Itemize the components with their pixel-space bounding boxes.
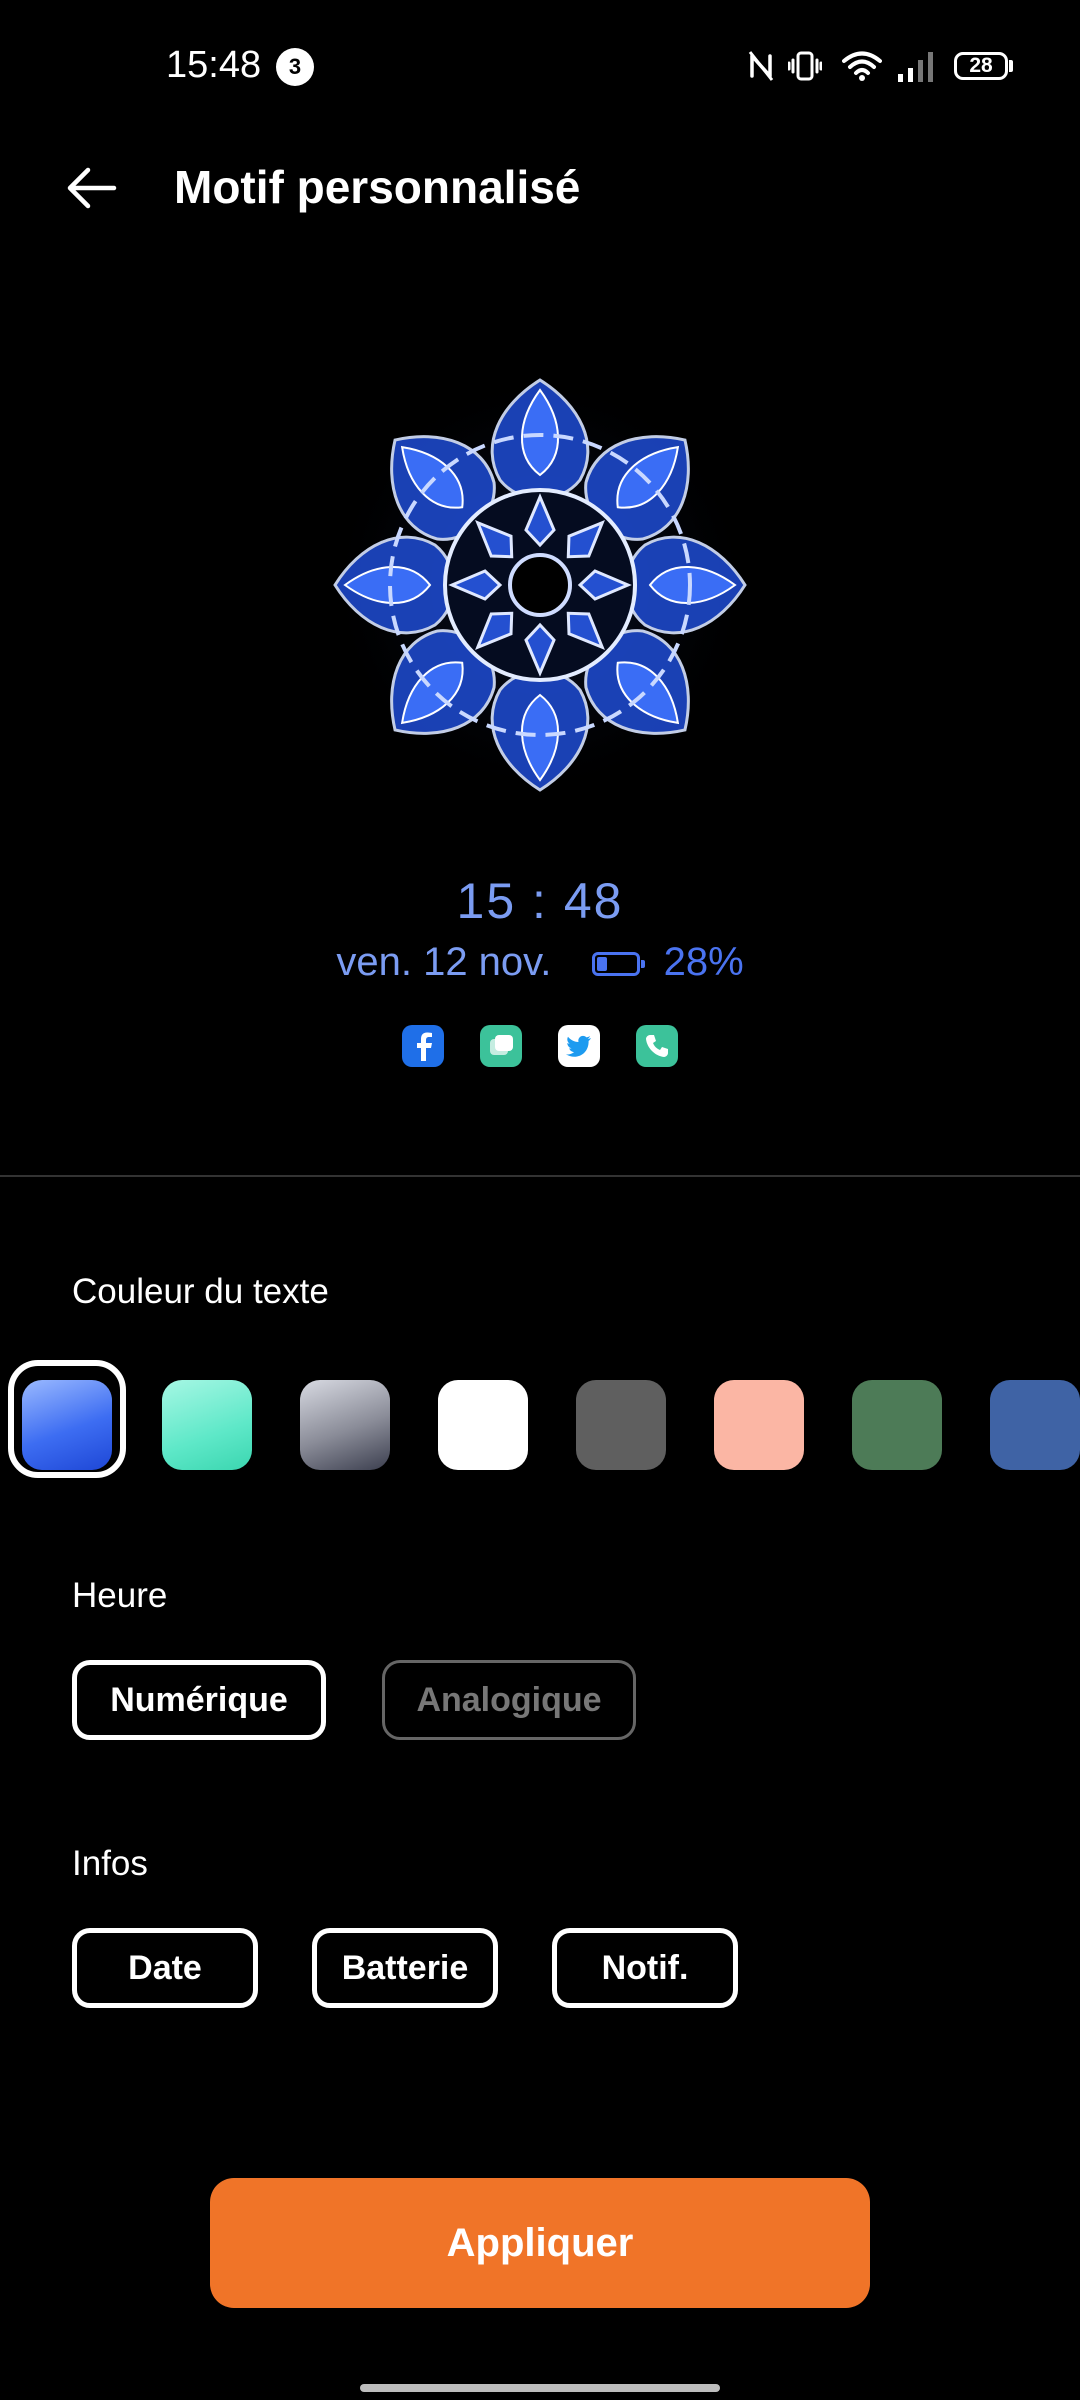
preview-info-line: ven. 12 nov. 28% [0, 940, 1080, 985]
battery-toggle[interactable]: Batterie [312, 1928, 498, 2008]
arrow-left-icon [67, 167, 117, 209]
status-bar: 15:48 3 28 [0, 0, 1080, 130]
back-button[interactable] [60, 158, 130, 218]
digital-clock-option[interactable]: Numérique [72, 1660, 326, 1740]
phone-icon [636, 1025, 678, 1067]
preview-battery-percent: 28% [663, 940, 744, 984]
twitter-icon [558, 1025, 600, 1067]
apply-button[interactable]: Appliquer [210, 2178, 870, 2308]
facebook-icon [402, 1025, 444, 1067]
notifications-toggle[interactable]: Notif. [552, 1928, 738, 2008]
status-time: 15:48 [166, 44, 262, 86]
info-label: Infos [72, 1844, 148, 1883]
color-swatch-steel-blue[interactable] [990, 1380, 1080, 1470]
text-color-label: Couleur du texte [72, 1272, 329, 1311]
home-indicator[interactable] [360, 2384, 720, 2392]
preview-clock: 15 : 48 [456, 873, 624, 929]
kaleidoscope-pattern-image [325, 370, 755, 800]
time-style-label: Heure [72, 1576, 168, 1615]
page-title: Motif personnalisé [174, 161, 581, 213]
battery-icon: 28 [954, 52, 1008, 80]
analog-clock-option[interactable]: Analogique [382, 1660, 636, 1740]
nfc-off-icon [748, 51, 774, 81]
date-toggle[interactable]: Date [72, 1928, 258, 2008]
color-swatch-peach[interactable] [714, 1380, 804, 1470]
battery-icon [592, 952, 646, 977]
wifi-icon [842, 51, 882, 81]
divider [0, 1175, 1080, 1177]
signal-icon [898, 52, 933, 82]
color-swatch-green[interactable] [852, 1380, 942, 1470]
notification-count-badge: 3 [276, 48, 314, 86]
preview-date: ven. 12 nov. [336, 940, 552, 984]
color-swatch-mint[interactable] [162, 1380, 252, 1470]
color-swatch-gray[interactable] [576, 1380, 666, 1470]
messages-icon [480, 1025, 522, 1067]
preview-notification-icons [0, 1025, 1080, 1067]
text-color-swatches [0, 1360, 1080, 1490]
battery-tip [1009, 60, 1013, 72]
screen: 15:48 3 28 Motif personnalisé 15: 48 ve… [0, 0, 1080, 2400]
vibrate-icon [788, 51, 822, 81]
color-swatch-silver[interactable] [300, 1380, 390, 1470]
color-swatch-blue[interactable] [22, 1380, 112, 1470]
color-swatch-white[interactable] [438, 1380, 528, 1470]
